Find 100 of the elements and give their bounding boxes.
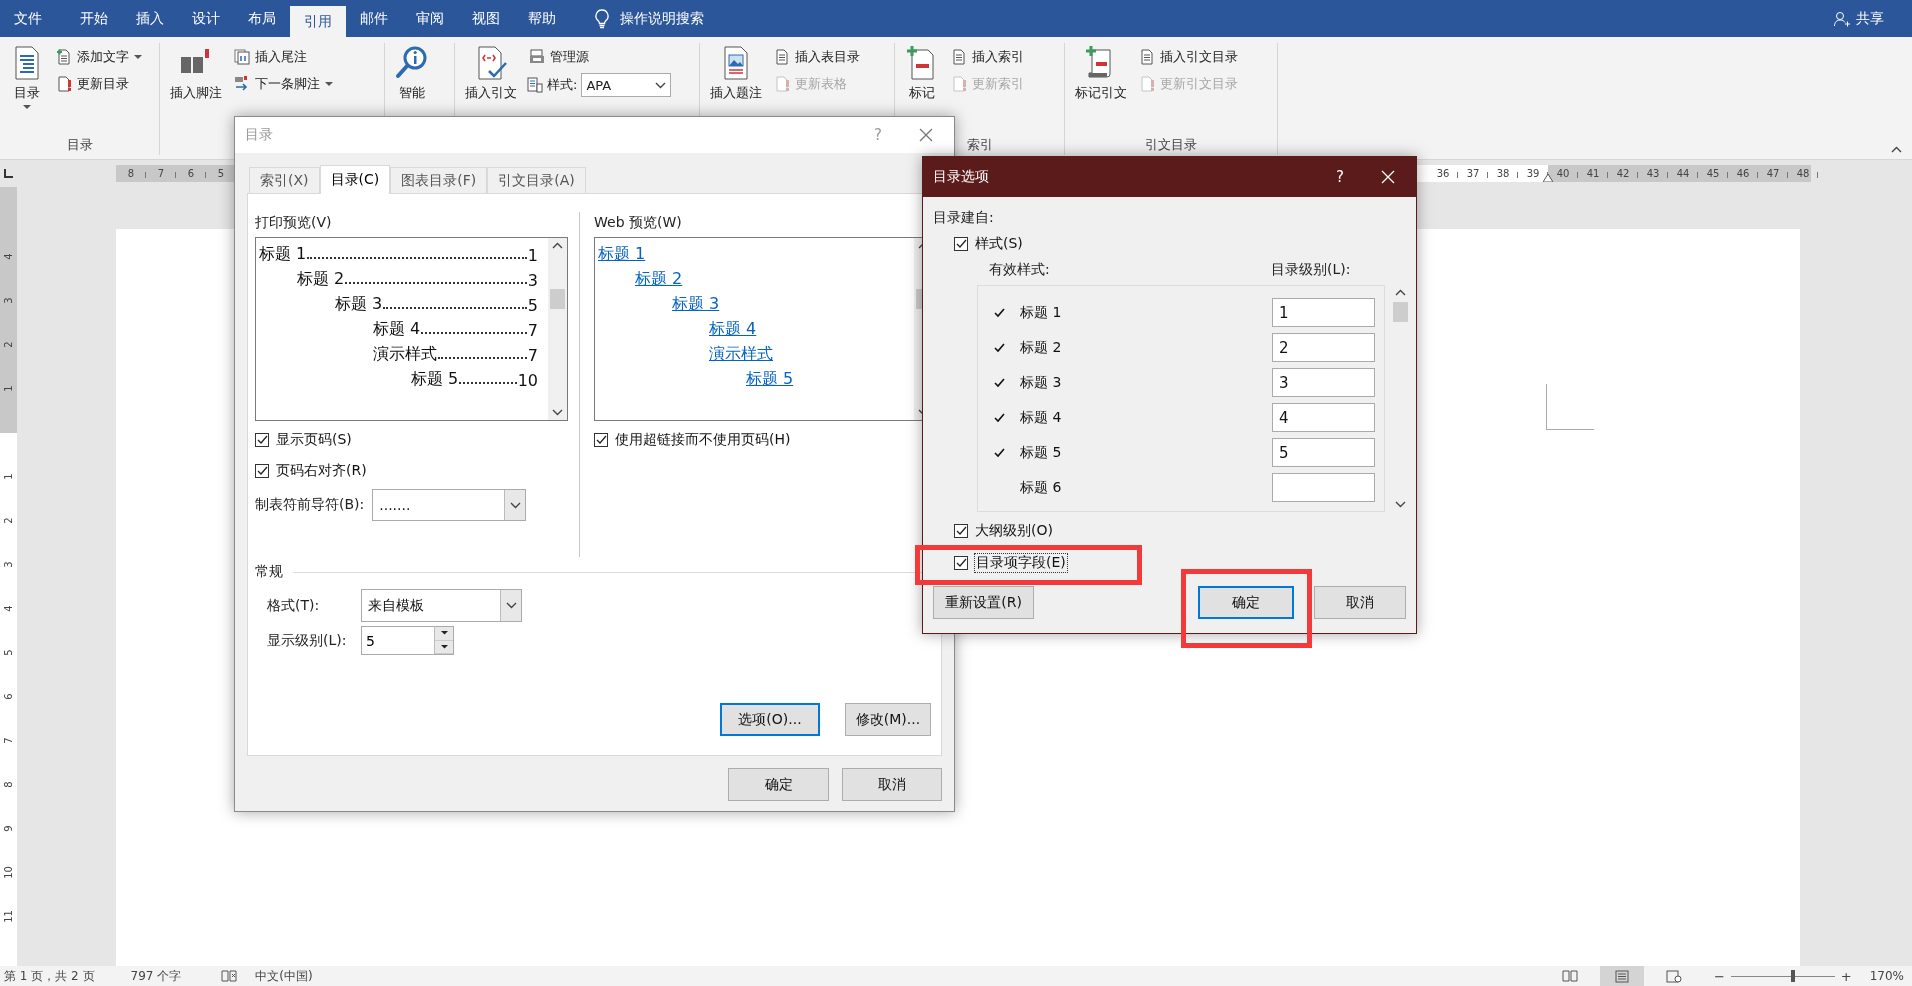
ribbon-button[interactable]: 插入引文目录 (1137, 45, 1240, 69)
level-field[interactable]: 3 (1272, 368, 1375, 397)
view-mode-button[interactable] (1599, 966, 1644, 986)
checkbox-label[interactable]: 目录项字段(E) (975, 554, 1067, 572)
menu-tab[interactable]: 帮助 (514, 0, 570, 37)
menu-tab[interactable]: 文件 (0, 0, 56, 37)
ruler-number: 47 (1758, 168, 1788, 179)
language-status: 中文(中国) (255, 967, 313, 985)
page-alert-icon (774, 76, 790, 92)
style-name[interactable]: 标题 5 (1020, 443, 1272, 462)
levels-field[interactable]: 5 (361, 626, 434, 655)
ruler-number: 46 (1728, 168, 1758, 179)
zoom-slider-thumb[interactable] (1790, 970, 1795, 982)
ribbon-large-button[interactable]: 插入题注 (706, 43, 766, 104)
menu-tab[interactable]: 插入 (122, 0, 178, 37)
style-name[interactable]: 标题 6 (1020, 478, 1272, 497)
search-icon (395, 45, 429, 81)
zoom-in-button[interactable]: + (1834, 968, 1858, 984)
preview-label: 打印预览(V) (255, 214, 333, 232)
page-alert-icon (56, 76, 72, 92)
dialog-tab[interactable]: 索引(X) (249, 167, 320, 193)
dialog-tab[interactable]: 引文目录(A) (487, 167, 586, 193)
tell-me-search[interactable]: 操作说明搜索 (588, 0, 710, 37)
ribbon-button[interactable]: 插入尾注 (232, 45, 335, 69)
toc-link[interactable]: 标题 3 (672, 294, 720, 315)
checkbox[interactable] (954, 556, 968, 570)
dialog-tab[interactable]: 目录(C) (319, 165, 391, 194)
style-name[interactable]: 标题 3 (1020, 373, 1272, 392)
checkbox-label[interactable]: 样式(S) (975, 235, 1023, 253)
cancel-button[interactable]: 取消 (842, 768, 942, 801)
toc-entry: 标题 3 (335, 294, 383, 315)
style-name[interactable]: 标题 2 (1020, 338, 1272, 357)
share-button[interactable]: 共享 (1828, 0, 1890, 37)
document-stack-icon (529, 49, 545, 65)
modify-button[interactable]: 修改(M)... (845, 703, 931, 736)
toc-link[interactable]: 标题 2 (635, 269, 683, 290)
leader-select[interactable]: ....... (372, 489, 527, 521)
checkbox-label[interactable]: 大纲级别(O) (975, 522, 1053, 540)
ribbon-button[interactable]: 插入表目录 (772, 45, 862, 69)
ruler-number: 40 (1548, 168, 1578, 179)
checkbox[interactable] (954, 524, 968, 538)
spin-up-button[interactable] (435, 627, 453, 641)
help-button[interactable]: ? (1320, 167, 1360, 187)
ruler-number: 3 (3, 560, 14, 568)
toc-link[interactable]: 标题 5 (746, 369, 794, 390)
menu-tab[interactable]: 布局 (234, 0, 290, 37)
scrollbar-thumb[interactable] (1392, 302, 1408, 322)
style-select[interactable]: APA (581, 73, 672, 97)
format-select[interactable]: 来自模板 (361, 589, 522, 622)
zoom-out-button[interactable]: − (1707, 968, 1731, 984)
style-name[interactable]: 标题 4 (1020, 408, 1272, 427)
level-field[interactable]: 5 (1272, 438, 1375, 467)
checkbox[interactable] (954, 237, 968, 251)
toc-entry: 演示样式 (373, 344, 437, 365)
margin-corner-mark (1546, 384, 1594, 430)
menu-tab[interactable]: 审阅 (402, 0, 458, 37)
checkbox[interactable] (255, 464, 269, 478)
toc-link[interactable]: 标题 4 (709, 319, 757, 340)
ribbon-large-button[interactable]: 标记 (901, 43, 943, 104)
ribbon-button[interactable]: 添加文字 (54, 45, 144, 69)
ribbon-large-button[interactable]: 目录 (6, 43, 48, 112)
ribbon-button[interactable]: 更新目录 (54, 72, 144, 96)
checkbox[interactable] (255, 433, 269, 447)
checkbox-label[interactable]: 使用超链接而不使用页码(H) (615, 431, 791, 449)
toc-link[interactable]: 标题 1 (598, 244, 646, 265)
dialog-tab[interactable]: 图表目录(F) (390, 167, 488, 193)
scrollbar-thumb[interactable] (550, 289, 565, 309)
level-field[interactable]: 1 (1272, 298, 1375, 327)
ok-button[interactable]: 确定 (1198, 586, 1294, 619)
ok-button[interactable]: 确定 (728, 768, 829, 801)
checkbox-label[interactable]: 页码右对齐(R) (276, 462, 367, 480)
level-field[interactable]: 4 (1272, 403, 1375, 432)
section-heading: 常规 (255, 563, 283, 581)
level-field[interactable] (1272, 473, 1375, 502)
person-plus-icon (1834, 10, 1850, 27)
options-button[interactable]: 选项(O)... (720, 703, 820, 736)
ribbon-button[interactable]: 管理源 (527, 45, 672, 69)
menu-tab[interactable]: 开始 (66, 0, 122, 37)
ribbon-button[interactable]: 下一条脚注 (232, 72, 335, 96)
up-arrow-icon (440, 631, 448, 636)
reset-button[interactable]: 重新设置(R) (933, 586, 1035, 619)
ribbon-large-button[interactable]: 智能 (391, 43, 433, 104)
cancel-button[interactable]: 取消 (1313, 586, 1406, 619)
toc-link[interactable]: 演示样式 (709, 344, 773, 365)
checkbox-label[interactable]: 显示页码(S) (276, 431, 352, 449)
ribbon-large-button[interactable]: 标记引文 (1071, 43, 1131, 104)
scrollbar[interactable] (548, 238, 567, 420)
style-name[interactable]: 标题 1 (1020, 303, 1272, 322)
group-label: 索引 (966, 136, 993, 154)
checkbox[interactable] (594, 433, 608, 447)
menu-tab[interactable]: 视图 (458, 0, 514, 37)
menu-tab[interactable]: 设计 (178, 0, 234, 37)
menu-tab[interactable]: 引用 (290, 6, 346, 37)
ribbon-large-button[interactable]: 插入引文 (461, 43, 521, 104)
ribbon-large-button[interactable]: 插入脚注 (166, 43, 226, 104)
ribbon-button[interactable]: 插入索引 (949, 45, 1026, 69)
ruler-number: 8 (116, 168, 146, 179)
menu-tab[interactable]: 邮件 (346, 0, 402, 37)
arrow-lines-icon (234, 76, 250, 92)
level-field[interactable]: 2 (1272, 333, 1375, 362)
